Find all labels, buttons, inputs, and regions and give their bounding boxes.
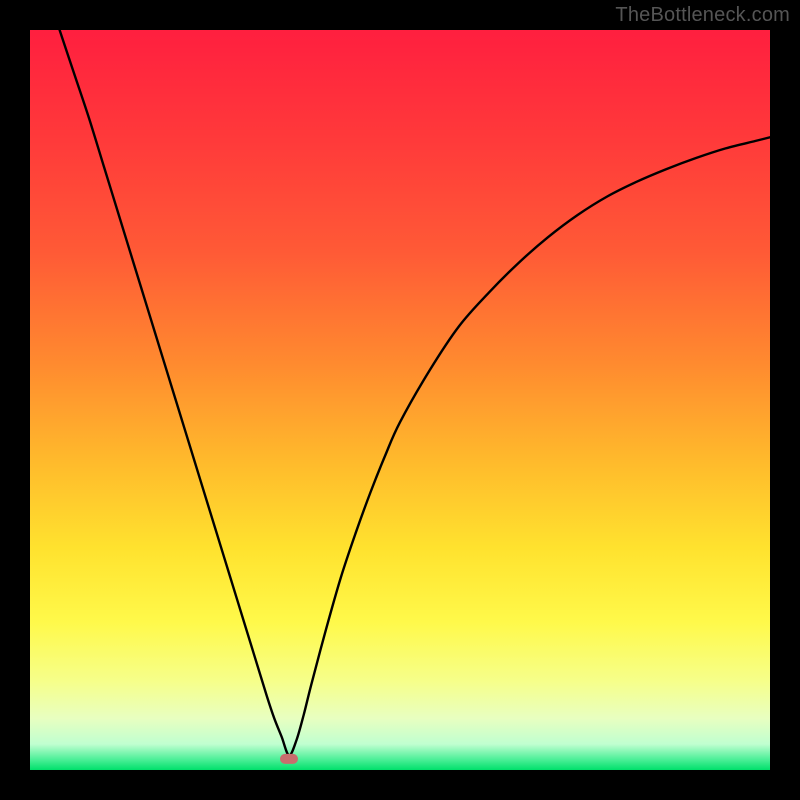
- optimum-marker: [280, 754, 298, 764]
- bottleneck-chart: [30, 30, 770, 770]
- plot-area: [30, 30, 770, 770]
- gradient-background: [30, 30, 770, 770]
- chart-frame: TheBottleneck.com: [0, 0, 800, 800]
- watermark-text: TheBottleneck.com: [615, 4, 790, 27]
